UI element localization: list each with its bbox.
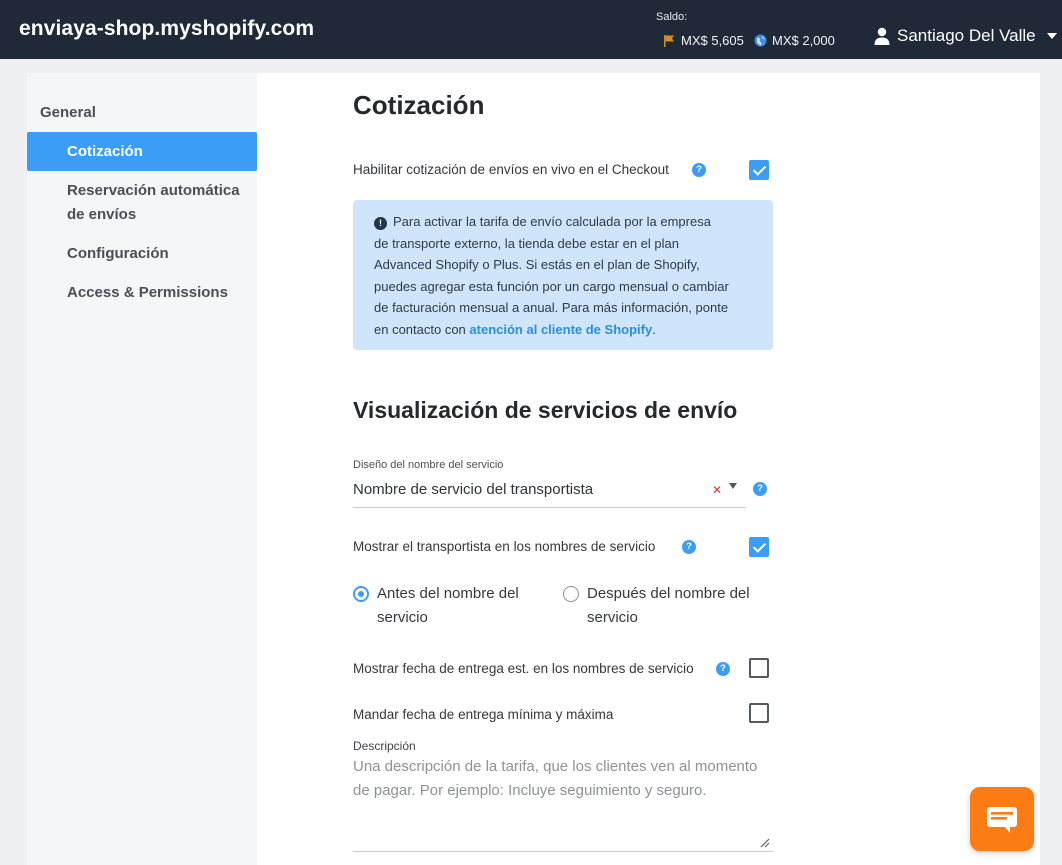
show-date-label: Mostrar fecha de entrega est. en los nom…: [353, 661, 694, 676]
info-line: de facturación mensual a anual. Para más…: [374, 300, 729, 315]
user-name: Santiago Del Valle: [897, 26, 1036, 45]
service-name-design-select[interactable]: Nombre de servicio del transportista ✕: [353, 478, 746, 508]
show-date-checkbox[interactable]: [749, 658, 769, 678]
radio-after-label-2[interactable]: servicio: [587, 606, 638, 630]
flag-icon: [664, 35, 674, 47]
description-label: Descripción: [353, 739, 416, 753]
chevron-down-icon: [1046, 33, 1057, 39]
alert-icon: !: [374, 217, 387, 230]
service-name-design-label: Diseño del nombre del servicio: [353, 459, 504, 471]
chat-button[interactable]: [970, 787, 1034, 851]
info-line: de transporte externo, la tienda debe es…: [374, 235, 679, 251]
help-icon[interactable]: ?: [682, 540, 696, 554]
info-line: en contacto con atención al cliente de S…: [374, 321, 656, 337]
resize-handle-icon[interactable]: [760, 838, 770, 848]
radio-before-service[interactable]: [353, 586, 369, 602]
description-textarea[interactable]: [353, 755, 773, 852]
radio-after-label-1[interactable]: Después del nombre del: [587, 582, 750, 606]
show-carrier-label: Mostrar el transportista en los nombres …: [353, 539, 656, 554]
radio-before-label-1[interactable]: Antes del nombre del: [377, 582, 519, 606]
dropdown-arrow-icon[interactable]: [729, 483, 737, 489]
shopify-support-link[interactable]: atención al cliente de Shopify: [469, 322, 652, 337]
balance-2: MX$ 2,000: [754, 33, 835, 48]
radio-after-service[interactable]: [563, 586, 579, 602]
user-icon: [874, 27, 890, 45]
balance-1: MX$ 5,605: [663, 33, 744, 48]
help-icon[interactable]: ?: [716, 662, 730, 676]
minmax-date-label: Mandar fecha de entrega mínima y máxima: [353, 707, 614, 722]
clear-icon[interactable]: ✕: [712, 478, 722, 502]
info-line: puedes agregar esta función por un cargo…: [374, 278, 729, 294]
live-quote-checkbox[interactable]: [749, 160, 769, 180]
store-name[interactable]: enviaya-shop.myshopify.com: [19, 17, 314, 41]
globe-icon: [754, 34, 767, 47]
sidebar-item-general[interactable]: General: [0, 101, 230, 125]
info-line: ! Para activar la tarifa de envío calcula…: [374, 211, 753, 233]
sidebar-item-reservacion-line2[interactable]: de envíos: [27, 203, 257, 227]
help-icon[interactable]: ?: [753, 482, 767, 496]
balance-label: Saldo:: [656, 11, 688, 23]
balance-2-value: MX$ 2,000: [772, 33, 835, 48]
info-box: ! Para activar la tarifa de envío calcula…: [353, 200, 773, 350]
sidebar-item-access-permissions[interactable]: Access & Permissions: [27, 281, 257, 305]
radio-before-label-2[interactable]: servicio: [377, 606, 428, 630]
sidebar-item-cotizacion[interactable]: Cotización: [27, 132, 257, 171]
top-bar: enviaya-shop.myshopify.com Saldo: MX$ 5,…: [0, 0, 1062, 59]
select-value: Nombre de servicio del transportista: [353, 481, 594, 498]
sidebar-item-configuracion[interactable]: Configuración: [27, 242, 257, 266]
chat-icon: [987, 807, 1017, 833]
info-line: Advanced Shopify o Plus. Si estás en el …: [374, 257, 700, 272]
minmax-date-checkbox[interactable]: [749, 703, 769, 723]
show-carrier-checkbox[interactable]: [749, 537, 769, 557]
sidebar-item-reservacion[interactable]: Reservación automática: [27, 179, 257, 203]
user-menu[interactable]: Santiago Del Valle: [874, 26, 1057, 46]
help-icon[interactable]: ?: [692, 163, 706, 177]
live-quote-label: Habilitar cotización de envíos en vivo e…: [353, 162, 669, 177]
balance-1-value: MX$ 5,605: [681, 33, 744, 48]
section-title: Visualización de servicios de envío: [353, 397, 738, 423]
page-title: Cotización: [353, 90, 485, 120]
